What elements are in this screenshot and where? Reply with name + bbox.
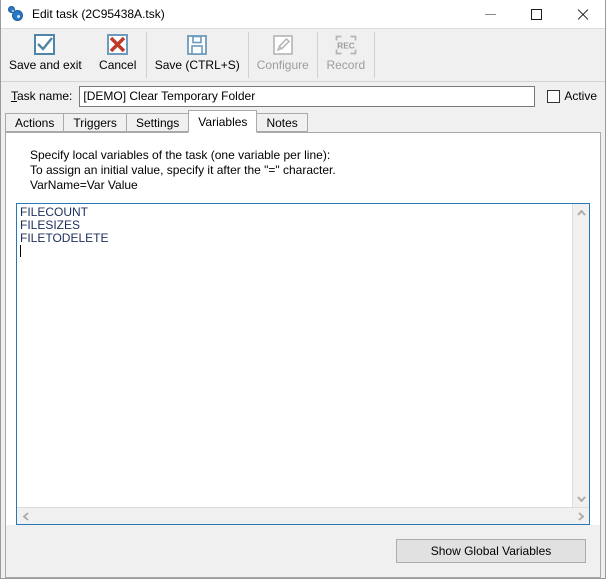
record-label: Record xyxy=(326,58,366,72)
tab-triggers[interactable]: Triggers xyxy=(63,113,127,132)
variables-editor[interactable]: FILECOUNT FILESIZES FILETODELETE xyxy=(16,203,590,525)
minimize-button[interactable] xyxy=(467,0,513,29)
window-title: Edit task (2C95438A.tsk) xyxy=(32,7,165,21)
svg-text:REC: REC xyxy=(337,40,355,50)
save-button[interactable]: Save (CTRL+S) xyxy=(147,29,248,81)
configure-label: Configure xyxy=(256,58,309,72)
edit-task-window: Edit task (2C95438A.tsk) Save and exit C… xyxy=(0,0,606,579)
close-icon xyxy=(576,8,588,20)
active-checkbox-wrap[interactable]: Active xyxy=(547,89,597,103)
show-global-variables-button[interactable]: Show Global Variables xyxy=(396,539,586,563)
text-caret xyxy=(20,245,21,257)
variables-editor-body: FILECOUNT FILESIZES FILETODELETE xyxy=(17,204,589,507)
panel-bottom-bar: Show Global Variables xyxy=(6,525,600,577)
active-label: Active xyxy=(564,89,597,103)
red-x-icon xyxy=(106,33,130,57)
floppy-disk-icon xyxy=(185,33,209,57)
active-checkbox[interactable] xyxy=(547,89,561,103)
save-label: Save (CTRL+S) xyxy=(154,58,240,72)
horizontal-scrollbar[interactable] xyxy=(17,507,589,524)
chevron-right-icon[interactable] xyxy=(572,508,589,525)
variables-tab-panel: Specify local variables of the task (one… xyxy=(5,132,601,578)
cancel-label: Cancel xyxy=(99,58,137,72)
task-name-label: Task name: xyxy=(11,89,73,103)
chevron-left-icon[interactable] xyxy=(17,508,34,525)
tab-notes[interactable]: Notes xyxy=(256,113,308,132)
checkbox-check-icon xyxy=(33,33,57,57)
rec-icon: REC xyxy=(334,33,358,57)
vertical-scrollbar-track[interactable] xyxy=(573,221,590,490)
variable-line: FILECOUNT xyxy=(20,205,89,219)
chevron-down-icon[interactable] xyxy=(573,490,590,507)
variable-line: FILESIZES xyxy=(20,218,81,232)
gears-icon xyxy=(7,5,25,23)
tab-settings[interactable]: Settings xyxy=(125,113,190,132)
task-name-input[interactable] xyxy=(79,85,536,107)
vertical-scrollbar[interactable] xyxy=(572,204,589,507)
pencil-icon xyxy=(271,33,295,57)
maximize-button[interactable] xyxy=(513,0,559,29)
tab-actions[interactable]: Actions xyxy=(5,113,65,132)
tab-variables[interactable]: Variables xyxy=(188,110,258,133)
toolbar-separator xyxy=(373,32,375,78)
instructions-line-3: VarName=Var Value xyxy=(30,178,138,192)
configure-button[interactable]: Configure xyxy=(249,29,317,81)
chevron-up-icon[interactable] xyxy=(573,204,590,221)
record-button[interactable]: REC Record xyxy=(318,29,374,81)
tab-strip: Actions Triggers Settings Variables Note… xyxy=(1,110,605,133)
cancel-button[interactable]: Cancel xyxy=(90,29,146,81)
window-controls xyxy=(467,0,605,29)
toolbar: Save and exit Cancel Save (CTRL+S) Confi… xyxy=(1,29,605,82)
close-button[interactable] xyxy=(559,0,605,29)
save-and-exit-button[interactable]: Save and exit xyxy=(1,29,90,81)
minimize-icon xyxy=(484,13,496,15)
variables-editor-text[interactable]: FILECOUNT FILESIZES FILETODELETE xyxy=(17,204,572,507)
instructions-text: Specify local variables of the task (one… xyxy=(30,148,600,193)
save-and-exit-label: Save and exit xyxy=(9,58,82,72)
maximize-icon xyxy=(530,8,542,20)
instructions-line-1: Specify local variables of the task (one… xyxy=(30,148,331,162)
horizontal-scrollbar-track[interactable] xyxy=(34,508,572,525)
task-name-row: Task name: Active xyxy=(1,82,605,110)
variable-line: FILETODELETE xyxy=(20,231,109,245)
instructions-line-2: To assign an initial value, specify it a… xyxy=(30,163,336,177)
title-bar[interactable]: Edit task (2C95438A.tsk) xyxy=(1,0,605,29)
